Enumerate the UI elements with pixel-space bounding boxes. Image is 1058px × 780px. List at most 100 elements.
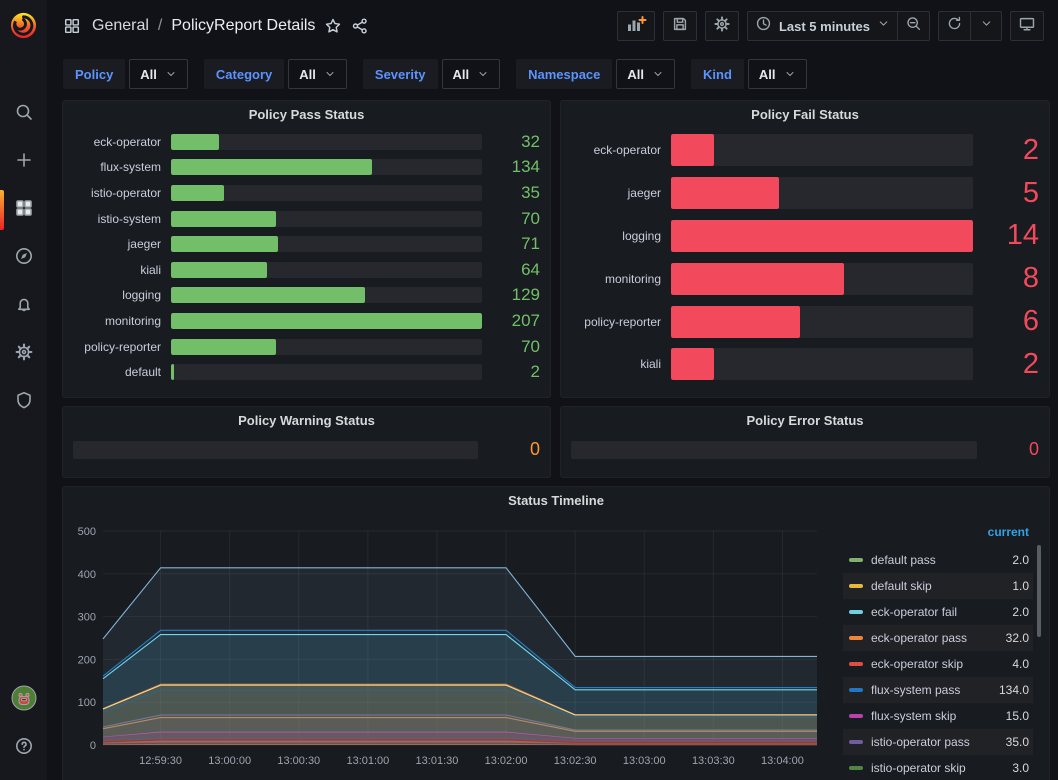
gauge-value: 207 (482, 311, 540, 331)
sidebar-item-explore[interactable] (0, 234, 47, 282)
legend-item[interactable]: eck-operator fail2.0 (843, 599, 1033, 625)
gauge-row: eck-operator2 (571, 129, 1039, 172)
legend-item[interactable]: istio-operator pass35.0 (843, 729, 1033, 755)
grafana-logo-icon[interactable] (9, 11, 38, 40)
time-picker-group: Last 5 minutes (747, 11, 930, 41)
sidebar-item-dashboards[interactable] (0, 186, 47, 234)
panel-title[interactable]: Policy Error Status (561, 407, 1049, 433)
svg-text:13:00:30: 13:00:30 (277, 755, 320, 767)
panel-title[interactable]: Status Timeline (63, 487, 1049, 513)
panel-status-timeline: Status Timeline 010020030040050012:59:30… (62, 486, 1050, 780)
save-dashboard-button[interactable] (663, 11, 697, 41)
gauge-track (171, 364, 482, 380)
legend-item[interactable]: default pass2.0 (843, 547, 1033, 573)
gauge-track (671, 263, 973, 295)
legend-series-name[interactable]: flux-system pass (871, 683, 999, 697)
panel-title[interactable]: Policy Fail Status (561, 101, 1049, 127)
legend-item[interactable]: default skip1.0 (843, 573, 1033, 599)
add-panel-button[interactable] (617, 11, 655, 41)
gauge-value: 134 (482, 157, 540, 177)
time-range-picker[interactable]: Last 5 minutes (747, 11, 897, 41)
sidebar-item-help[interactable] (0, 724, 47, 772)
sidebar-item-alerting[interactable] (0, 282, 47, 330)
legend-series-name[interactable]: istio-operator pass (871, 735, 1006, 749)
panel-title[interactable]: Policy Pass Status (63, 101, 550, 127)
filter-policy-label[interactable]: Policy (63, 59, 125, 89)
gauge-row: eck-operator32 (73, 129, 540, 155)
user-avatar (11, 685, 37, 716)
timeline-plot[interactable]: 010020030040050012:59:3013:00:0013:00:30… (69, 517, 839, 780)
panel-policy-pass-status: Policy Pass Status eck-operator32flux-sy… (62, 100, 551, 398)
dashboard-grid: Policy Pass Status eck-operator32 flux-sy… (47, 96, 1058, 780)
add-panel-icon (625, 14, 647, 39)
share-icon[interactable] (351, 17, 369, 35)
star-icon[interactable] (324, 17, 342, 35)
gauge-bar (671, 348, 714, 380)
refresh-icon (946, 15, 963, 37)
legend-series-name[interactable]: eck-operator fail (871, 605, 1012, 619)
gauge-value: 70 (482, 337, 540, 357)
filter-category-select[interactable]: All (288, 59, 347, 89)
gauge-row: monitoring8 (571, 257, 1039, 300)
gauge-bar (671, 306, 800, 338)
dashboards-grid-icon (14, 198, 34, 223)
dashboard-settings-button[interactable] (705, 11, 739, 41)
filter-severity-select[interactable]: All (442, 59, 501, 89)
gauge-row-label: logging (73, 288, 171, 302)
filter-kind-label[interactable]: Kind (691, 59, 744, 89)
legend-item[interactable]: istio-operator skip3.0 (843, 755, 1033, 780)
breadcrumb-folder[interactable]: General (92, 17, 149, 35)
legend-item[interactable]: flux-system skip15.0 (843, 703, 1033, 729)
legend-series-name[interactable]: eck-operator skip (871, 657, 1012, 671)
dashboard-toolbar: Last 5 minutes (617, 11, 1044, 41)
gauge-row: kiali2 (571, 343, 1039, 386)
filter-policy-select[interactable]: All (129, 59, 188, 89)
svg-text:13:02:00: 13:02:00 (485, 755, 528, 767)
tv-mode-button[interactable] (1010, 11, 1044, 41)
chevron-down-icon (652, 68, 664, 80)
gauge-bar (671, 220, 973, 252)
panel-policy-fail-status: Policy Fail Status eck-operator2jaeger5l… (560, 100, 1050, 398)
filter-namespace: Namespace All (516, 59, 675, 89)
sidebar-item-profile[interactable] (0, 676, 47, 724)
gauge-value: 35 (482, 183, 540, 203)
breadcrumb-dashboard-title: PolicyReport Details (171, 17, 315, 35)
panel-policy-error-status: Policy Error Status 0 (560, 406, 1050, 478)
gauge-row-label: kiali (571, 357, 671, 371)
legend-item[interactable]: eck-operator pass32.0 (843, 625, 1033, 651)
gauge-row-label: istio-operator (73, 186, 171, 200)
legend-item[interactable]: eck-operator skip4.0 (843, 651, 1033, 677)
legend-series-name[interactable]: eck-operator pass (871, 631, 1006, 645)
chevron-down-icon (324, 68, 336, 80)
gauge-value: 0 (977, 439, 1039, 460)
refresh-interval-dropdown[interactable] (970, 11, 1002, 41)
filter-severity-label[interactable]: Severity (363, 59, 438, 89)
panel-title[interactable]: Policy Warning Status (63, 407, 550, 433)
gauge-track (671, 220, 973, 252)
sidebar-item-create[interactable] (0, 138, 47, 186)
legend-series-name[interactable]: istio-operator skip (871, 761, 1012, 775)
filter-category-label[interactable]: Category (204, 59, 284, 89)
svg-text:100: 100 (78, 697, 96, 709)
filter-namespace-label[interactable]: Namespace (516, 59, 612, 89)
sidebar-item-server-admin[interactable] (0, 378, 47, 426)
refresh-button[interactable] (938, 11, 970, 41)
zoom-out-time-button[interactable] (897, 11, 930, 41)
legend-series-color-swatch (849, 688, 863, 692)
legend-series-color-swatch (849, 558, 863, 562)
gauge-value: 70 (482, 209, 540, 229)
gauge-row: policy-reporter6 (571, 300, 1039, 343)
sidebar-item-configuration[interactable] (0, 330, 47, 378)
legend-scrollbar[interactable] (1037, 545, 1041, 637)
sidebar-item-search[interactable] (0, 90, 47, 138)
gauge-value: 0 (478, 439, 540, 460)
gauge-row: jaeger5 (571, 172, 1039, 215)
legend-item[interactable]: flux-system pass134.0 (843, 677, 1033, 703)
legend-series-name[interactable]: default pass (871, 553, 1012, 567)
legend-series-name[interactable]: default skip (871, 579, 1012, 593)
filter-namespace-select[interactable]: All (616, 59, 675, 89)
legend-series-name[interactable]: flux-system skip (871, 709, 1006, 723)
filter-kind-select[interactable]: All (748, 59, 807, 89)
legend-current-column-header[interactable]: current (843, 525, 1033, 547)
svg-text:200: 200 (78, 654, 96, 666)
